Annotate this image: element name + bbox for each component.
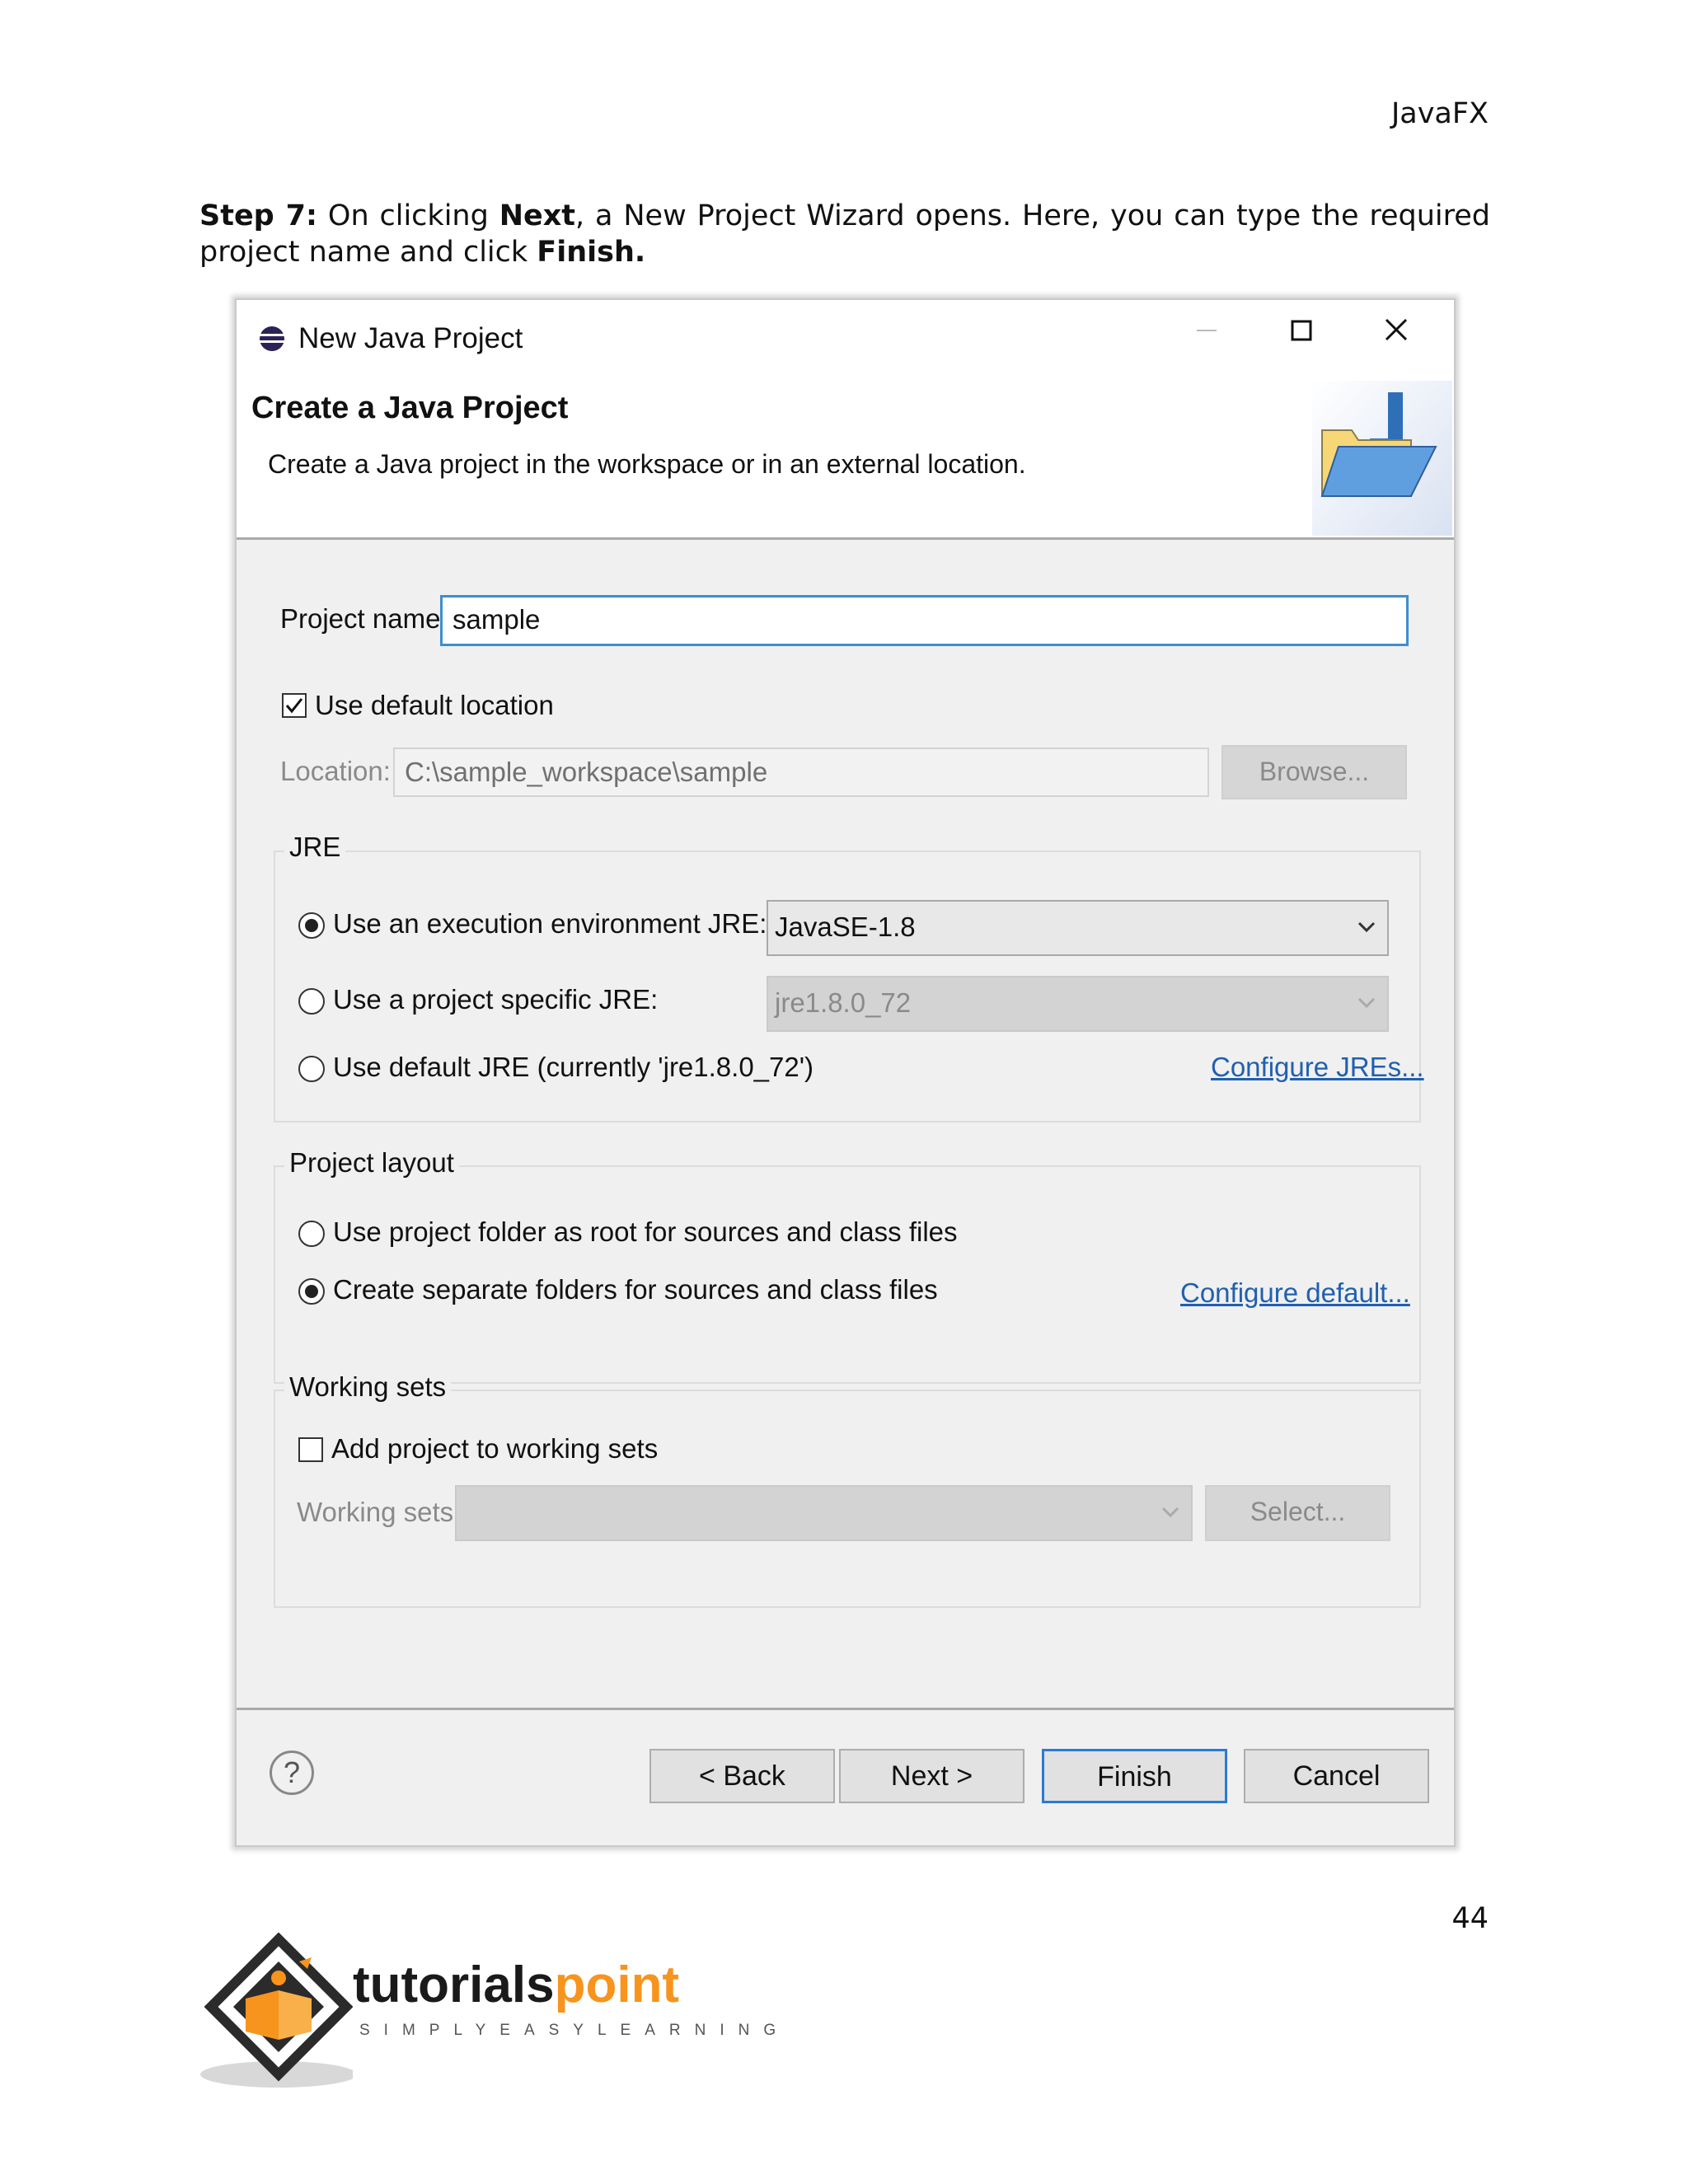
close-icon[interactable] (1367, 315, 1425, 364)
select-working-sets-button[interactable]: Select... (1205, 1485, 1390, 1541)
step-text-1: On clicking (317, 199, 499, 232)
check-icon (285, 698, 303, 714)
layout-option-root-label: Use project folder as root for sources a… (333, 1216, 958, 1247)
java-folder-icon (1312, 381, 1452, 536)
logo-tagline: SIMPLYEASYLEARNING (359, 2022, 790, 2039)
eclipse-icon (260, 326, 284, 351)
logo-brand-accent: point (554, 1957, 680, 2013)
layout-option-separate-label: Create separate folders for sources and … (333, 1274, 938, 1305)
step-paragraph: Step 7: On clicking Next, a New Project … (199, 198, 1490, 270)
execution-env-combo[interactable]: JavaSE-1.8 (767, 900, 1389, 956)
project-layout-group-title: Project layout (284, 1147, 459, 1179)
add-to-working-sets-label: Add project to working sets (331, 1433, 659, 1464)
jre-option-default-radio[interactable] (298, 1056, 325, 1082)
logo-diamond-icon (200, 1933, 353, 2088)
tutorialspoint-logo: tutorialspoint SIMPLYEASYLEARNING (196, 1933, 776, 2089)
project-name-label: Project name: (280, 603, 448, 634)
jre-option-execution-env-radio[interactable] (298, 912, 325, 939)
chevron-down-icon (1357, 921, 1376, 933)
browse-button[interactable]: Browse... (1221, 745, 1407, 799)
button-bar-separator (237, 1708, 1454, 1710)
step-finish: Finish. (537, 236, 646, 269)
working-sets-group-title: Working sets (284, 1371, 452, 1403)
next-button[interactable]: Next > (839, 1749, 1025, 1803)
configure-default-link[interactable]: Configure default... (1180, 1277, 1410, 1309)
use-default-location-checkbox[interactable] (282, 693, 307, 718)
banner-description: Create a Java project in the workspace o… (268, 449, 1026, 479)
chevron-down-icon (1161, 1507, 1179, 1518)
project-specific-jre-value: jre1.8.0_72 (775, 987, 912, 1018)
window-title: New Java Project (298, 322, 523, 354)
logo-brand-main: tutorials (353, 1957, 555, 2013)
chevron-down-icon (1357, 997, 1376, 1009)
jre-option-project-specific-label: Use a project specific JRE: (333, 984, 659, 1015)
project-specific-jre-combo[interactable]: jre1.8.0_72 (767, 976, 1389, 1032)
jre-group-title: JRE (284, 832, 346, 863)
add-to-working-sets-checkbox[interactable] (298, 1437, 323, 1462)
location-field[interactable]: C:\sample_workspace\sample (393, 748, 1209, 797)
step-label: Step 7: (199, 199, 318, 232)
title-bar: New Java Project (237, 300, 1454, 381)
page-number: 44 (1451, 1902, 1489, 1935)
cancel-button[interactable]: Cancel (1244, 1749, 1429, 1803)
banner-title: Create a Java Project (251, 391, 569, 425)
new-java-project-dialog: New Java Project Create a Java Project C… (235, 298, 1456, 1847)
project-name-field[interactable]: sample (440, 595, 1409, 646)
wizard-banner: Create a Java Project Create a Java proj… (237, 381, 1454, 540)
use-default-location-label: Use default location (315, 690, 554, 720)
step-next: Next (499, 199, 576, 232)
minimize-icon[interactable] (1178, 315, 1236, 364)
help-icon[interactable]: ? (270, 1750, 314, 1795)
layout-option-separate-radio[interactable] (298, 1278, 325, 1305)
execution-env-value: JavaSE-1.8 (775, 912, 916, 942)
configure-jres-link[interactable]: Configure JREs... (1211, 1052, 1424, 1083)
back-button[interactable]: < Back (649, 1749, 835, 1803)
running-header: JavaFX (1390, 97, 1489, 130)
location-label: Location: (280, 756, 391, 786)
jre-option-execution-env-label: Use an execution environment JRE: (333, 908, 767, 939)
jre-option-project-specific-radio[interactable] (298, 988, 325, 1015)
maximize-icon[interactable] (1273, 315, 1330, 364)
jre-option-default-label: Use default JRE (currently 'jre1.8.0_72'… (333, 1052, 814, 1082)
logo-wordmark: tutorialspoint (353, 1956, 679, 2014)
finish-button[interactable]: Finish (1042, 1749, 1227, 1803)
working-sets-label: Working sets: (297, 1497, 462, 1527)
layout-option-root-radio[interactable] (298, 1221, 325, 1247)
working-sets-combo[interactable] (455, 1485, 1193, 1541)
